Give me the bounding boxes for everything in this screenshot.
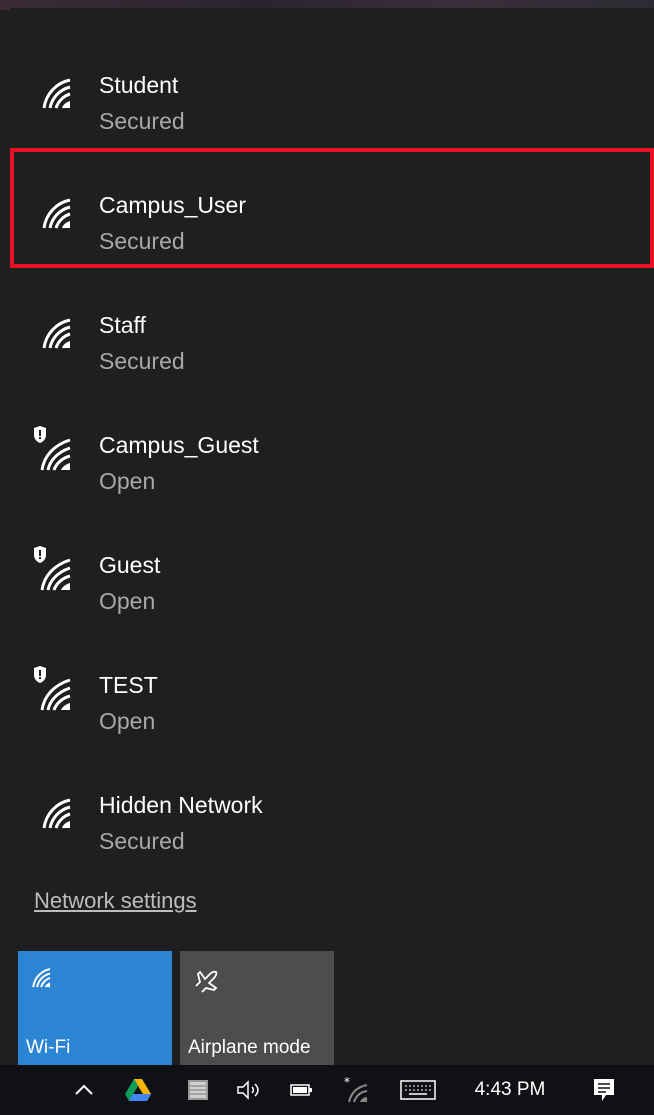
keyboard-icon[interactable]	[396, 1065, 440, 1115]
wifi-toggle-label: Wi-Fi	[26, 1037, 71, 1058]
network-item-test[interactable]: TEST Open	[10, 628, 654, 748]
chevron-up-icon[interactable]	[66, 1065, 102, 1115]
google-drive-icon[interactable]	[120, 1065, 156, 1115]
volume-icon[interactable]	[230, 1065, 270, 1115]
network-name: Hidden Network	[99, 792, 263, 818]
taskbar-clock[interactable]: 4:43 PM	[460, 1065, 560, 1115]
network-status: Open	[99, 588, 156, 614]
wifi-icon	[36, 194, 76, 234]
network-status: Secured	[99, 348, 185, 374]
network-status: Secured	[99, 828, 185, 854]
airplane-icon	[190, 965, 220, 995]
network-status: Open	[99, 468, 156, 494]
network-name: Staff	[99, 312, 146, 338]
svg-text:*: *	[344, 1076, 350, 1089]
network-name: Guest	[99, 552, 161, 578]
network-status: Secured	[99, 108, 185, 134]
network-status: Secured	[99, 228, 185, 254]
wifi-toggle-button[interactable]: Wi-Fi	[18, 951, 172, 1071]
battery-icon[interactable]	[284, 1065, 320, 1115]
network-item-hidden-network[interactable]: Hidden Network Secured	[10, 748, 654, 868]
airplane-mode-button[interactable]: Airplane mode	[180, 951, 334, 1071]
network-name: TEST	[99, 672, 158, 698]
network-flyout: Student Secured Campus_User Secured Staf…	[10, 8, 654, 1071]
app-icon[interactable]	[180, 1065, 216, 1115]
open-wifi-shield-icon	[34, 546, 76, 594]
action-center-icon[interactable]	[582, 1065, 626, 1115]
network-item-guest[interactable]: Guest Open	[10, 508, 654, 628]
network-item-campus-user[interactable]: Campus_User Secured	[10, 148, 654, 268]
network-item-staff[interactable]: Staff Secured	[10, 268, 654, 388]
airplane-mode-label: Airplane mode	[188, 1037, 311, 1058]
network-item-student[interactable]: Student Secured	[10, 28, 654, 148]
wifi-status-icon[interactable]: *	[338, 1065, 374, 1115]
wifi-icon	[28, 965, 58, 995]
network-name: Student	[99, 72, 179, 98]
wifi-icon	[36, 314, 76, 354]
wifi-icon	[36, 794, 76, 834]
wifi-icon	[36, 74, 76, 114]
network-item-campus-guest[interactable]: Campus_Guest Open	[10, 388, 654, 508]
network-settings-link[interactable]: Network settings	[34, 888, 197, 914]
open-wifi-shield-icon	[34, 666, 76, 714]
open-wifi-shield-icon	[34, 426, 76, 474]
network-name: Campus_User	[99, 192, 246, 218]
network-name: Campus_Guest	[99, 432, 259, 458]
network-status: Open	[99, 708, 156, 734]
taskbar: * 4:43 PM	[0, 1065, 654, 1115]
